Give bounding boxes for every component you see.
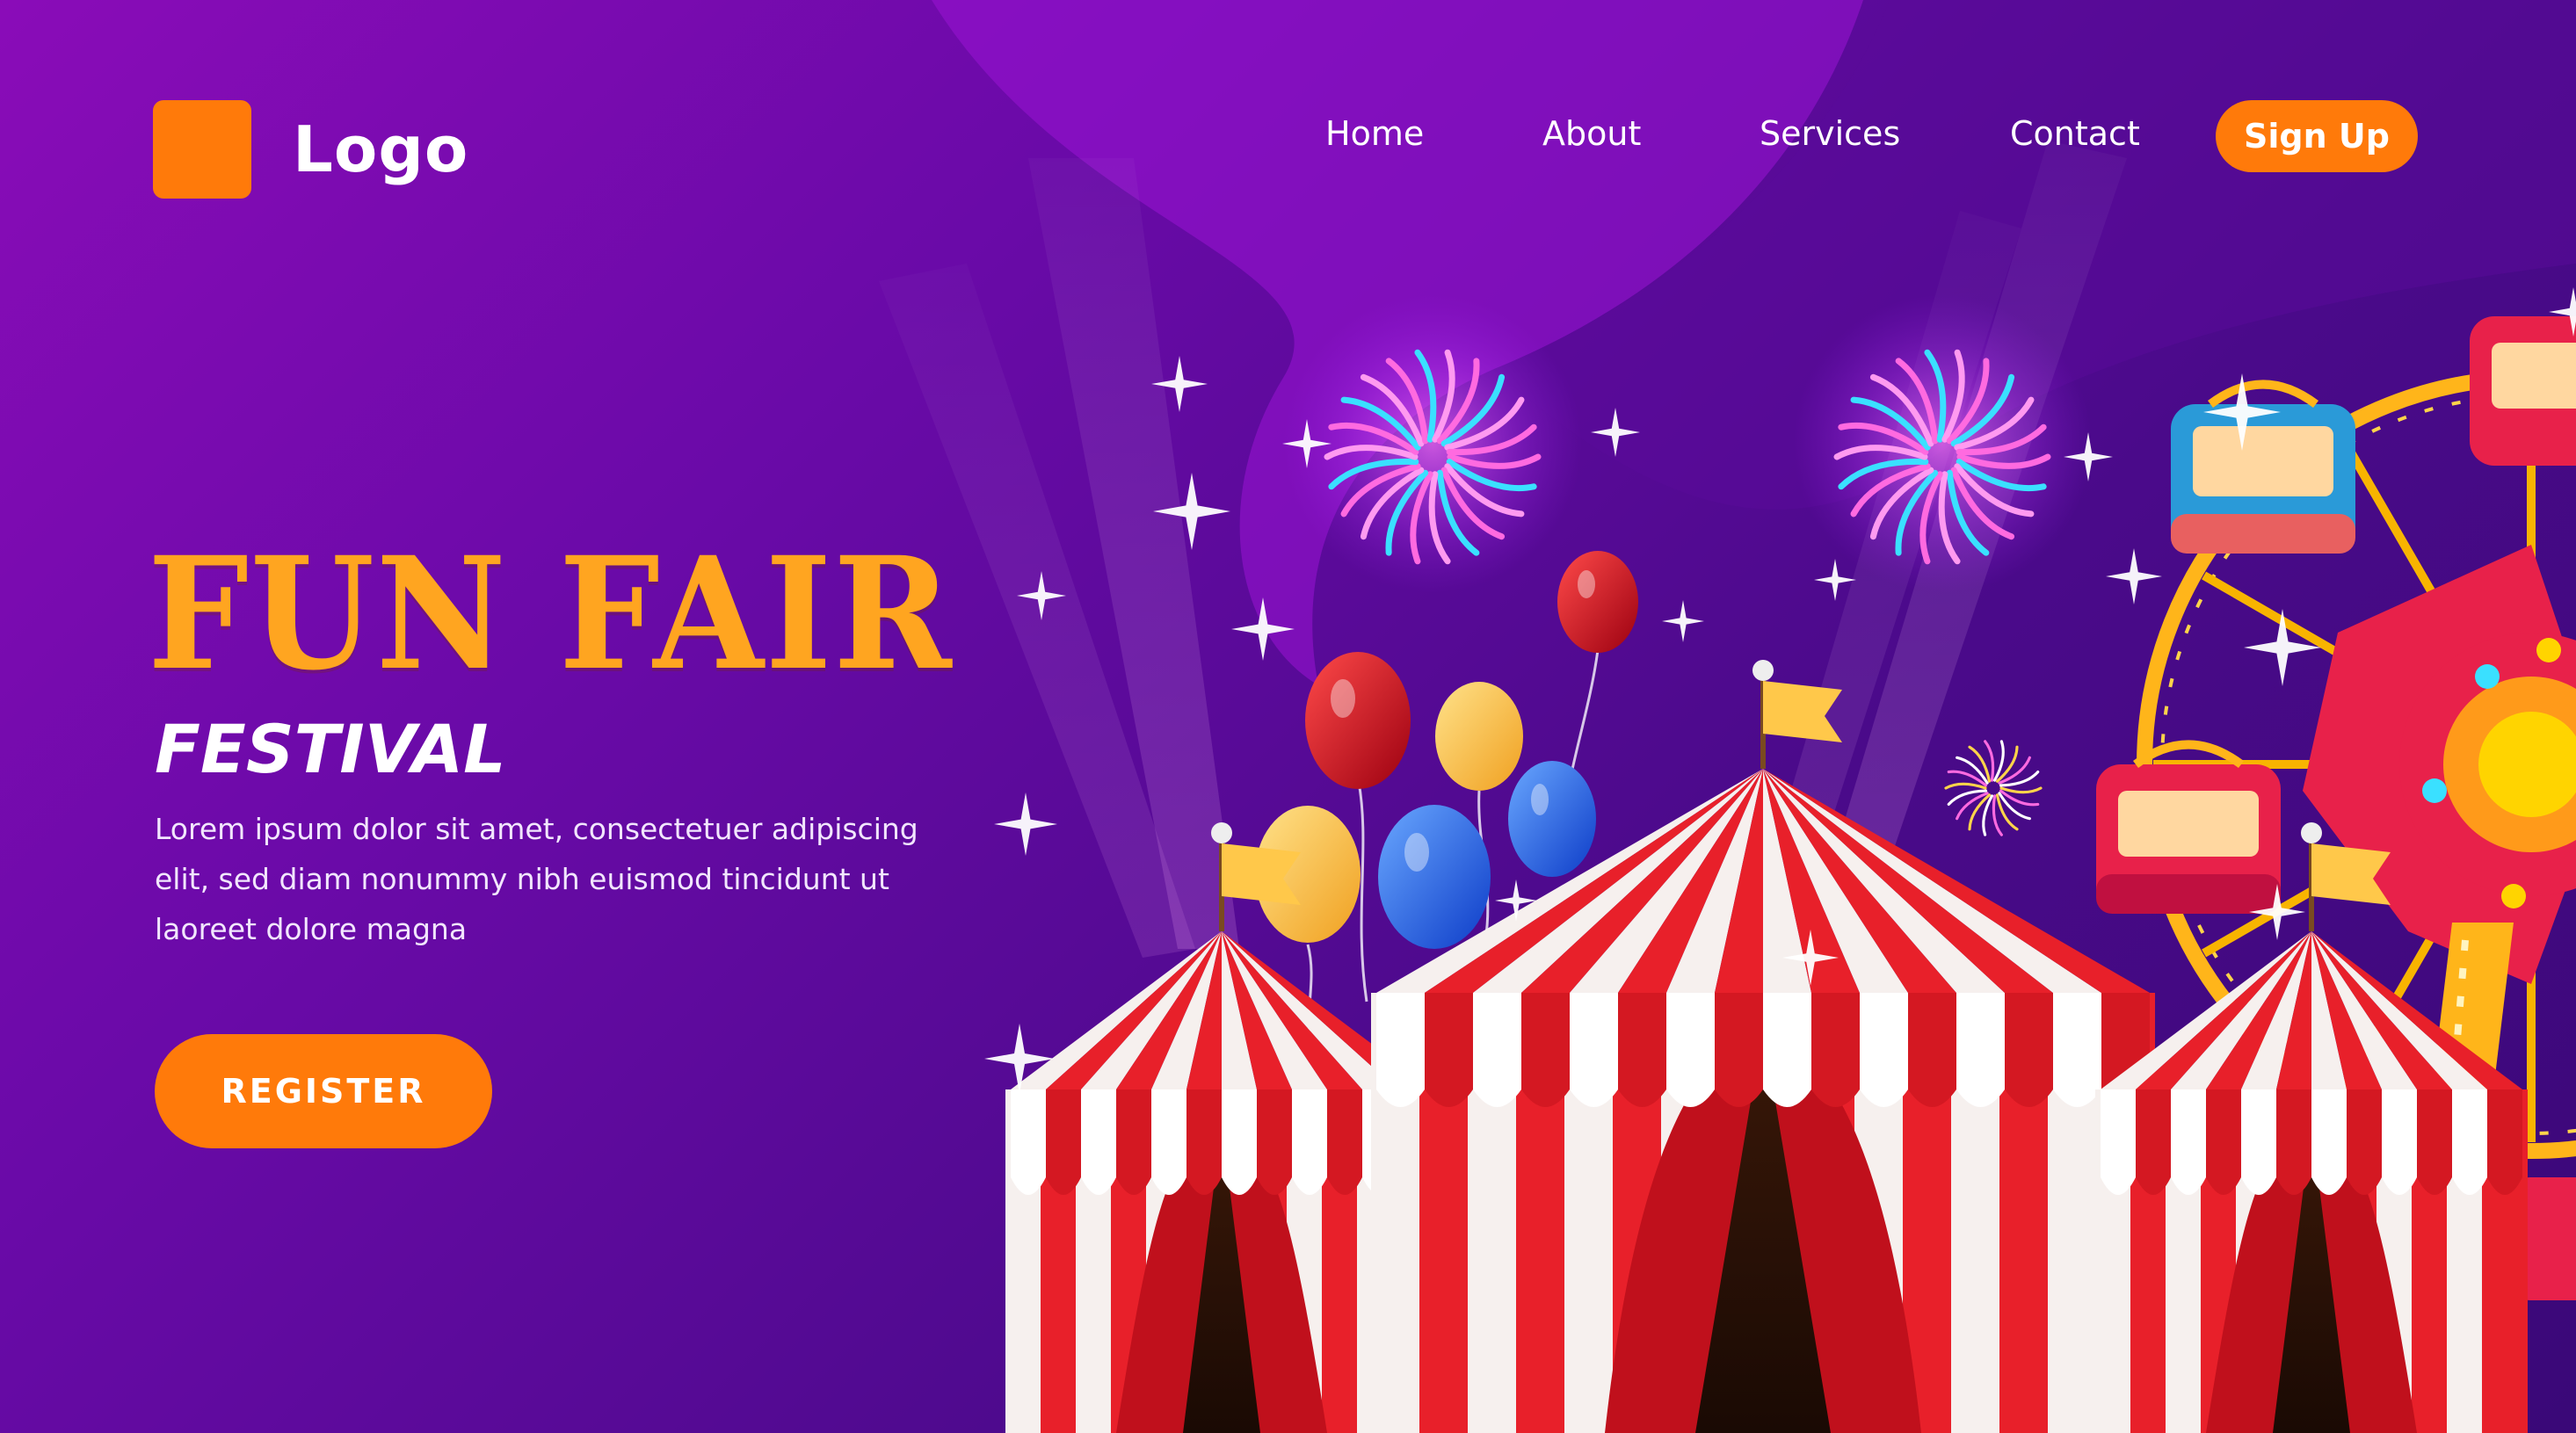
register-button[interactable]: REGISTER xyxy=(155,1034,492,1148)
balloon-icon xyxy=(1508,761,1596,877)
top-navigation: Logo Home About Services Contact Sign Up xyxy=(0,0,2576,199)
firework-glow xyxy=(1793,294,2092,593)
fireworks-icon xyxy=(1944,740,2043,836)
logo-text[interactable]: Logo xyxy=(293,112,468,186)
nav-services-link[interactable]: Services xyxy=(1760,114,1900,153)
hero-title: FUN FAIR xyxy=(148,523,954,705)
nav-about-link[interactable]: About xyxy=(1542,114,1641,153)
nav-home-link[interactable]: Home xyxy=(1325,114,1424,153)
square-logo-icon[interactable] xyxy=(153,100,251,199)
nav-contact-link[interactable]: Contact xyxy=(2010,114,2140,153)
hero-subtitle: FESTIVAL xyxy=(155,710,506,788)
balloon-icon xyxy=(1378,805,1491,949)
hero-description: Lorem ipsum dolor sit amet, consectetuer… xyxy=(155,812,918,946)
sign-up-button[interactable]: Sign Up xyxy=(2216,100,2418,172)
